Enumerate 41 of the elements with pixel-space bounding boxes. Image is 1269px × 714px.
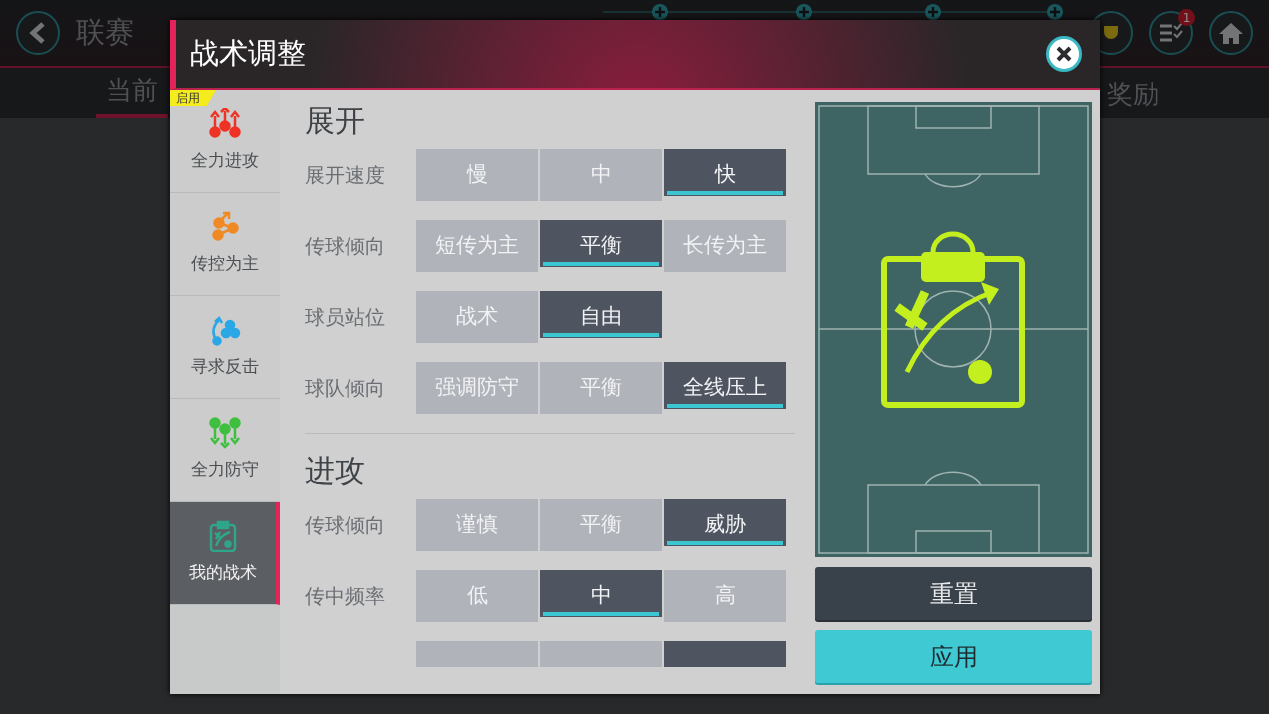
clipboard-icon [881,231,1025,408]
option-button[interactable]: 强调防守 [416,362,538,414]
home-icon [1218,21,1244,45]
reset-button[interactable]: 重置 [815,567,1092,620]
tactic-preset[interactable]: 启用 全力进攻 [170,90,280,193]
dialog-title: 战术调整 [190,35,306,73]
option-label: 球队倾向 [305,375,386,402]
option-button[interactable]: 低 [416,570,538,622]
back-button[interactable] [16,11,60,55]
option-button[interactable]: 慢 [416,149,538,201]
option-button[interactable]: 平衡 [540,499,662,551]
checklist-icon [1158,21,1184,45]
option-label: 传球倾向 [305,233,386,260]
option-button[interactable]: 战术 [416,291,538,343]
option-label: 展开速度 [305,162,386,189]
preset-label: 寻求反击 [191,355,259,379]
option-label: 传中频率 [305,583,386,610]
task-list-button[interactable]: 1 [1149,11,1193,55]
section-title: 进攻 [305,452,366,490]
option-button[interactable]: 中 [540,149,662,201]
section-title: 展开 [305,102,366,140]
enabled-tag: 启用 [170,90,216,106]
home-button[interactable] [1209,11,1253,55]
tactic-preset[interactable]: 我的战术 [170,502,280,605]
preset-label: 全力防守 [191,458,259,482]
option-label: 传球倾向 [305,512,386,539]
option-button[interactable]: 谨慎 [416,499,538,551]
preset-label: 我的战术 [189,561,257,585]
option-button[interactable]: 短传为主 [416,220,538,272]
tab[interactable]: 奖励 [1097,67,1169,118]
close-icon [1055,45,1073,63]
option-button[interactable]: 平衡 [540,362,662,414]
preset-label: 传控为主 [191,252,259,276]
apply-button[interactable]: 应用 [815,630,1092,683]
option-button[interactable]: 高 [664,570,786,622]
option-label: 球员站位 [305,304,386,331]
notification-count: 1 [1178,9,1195,26]
page-title: 联赛 [76,14,134,52]
close-button[interactable] [1046,36,1082,72]
preset-label: 全力进攻 [191,149,259,173]
option-button[interactable]: 长传为主 [664,220,786,272]
